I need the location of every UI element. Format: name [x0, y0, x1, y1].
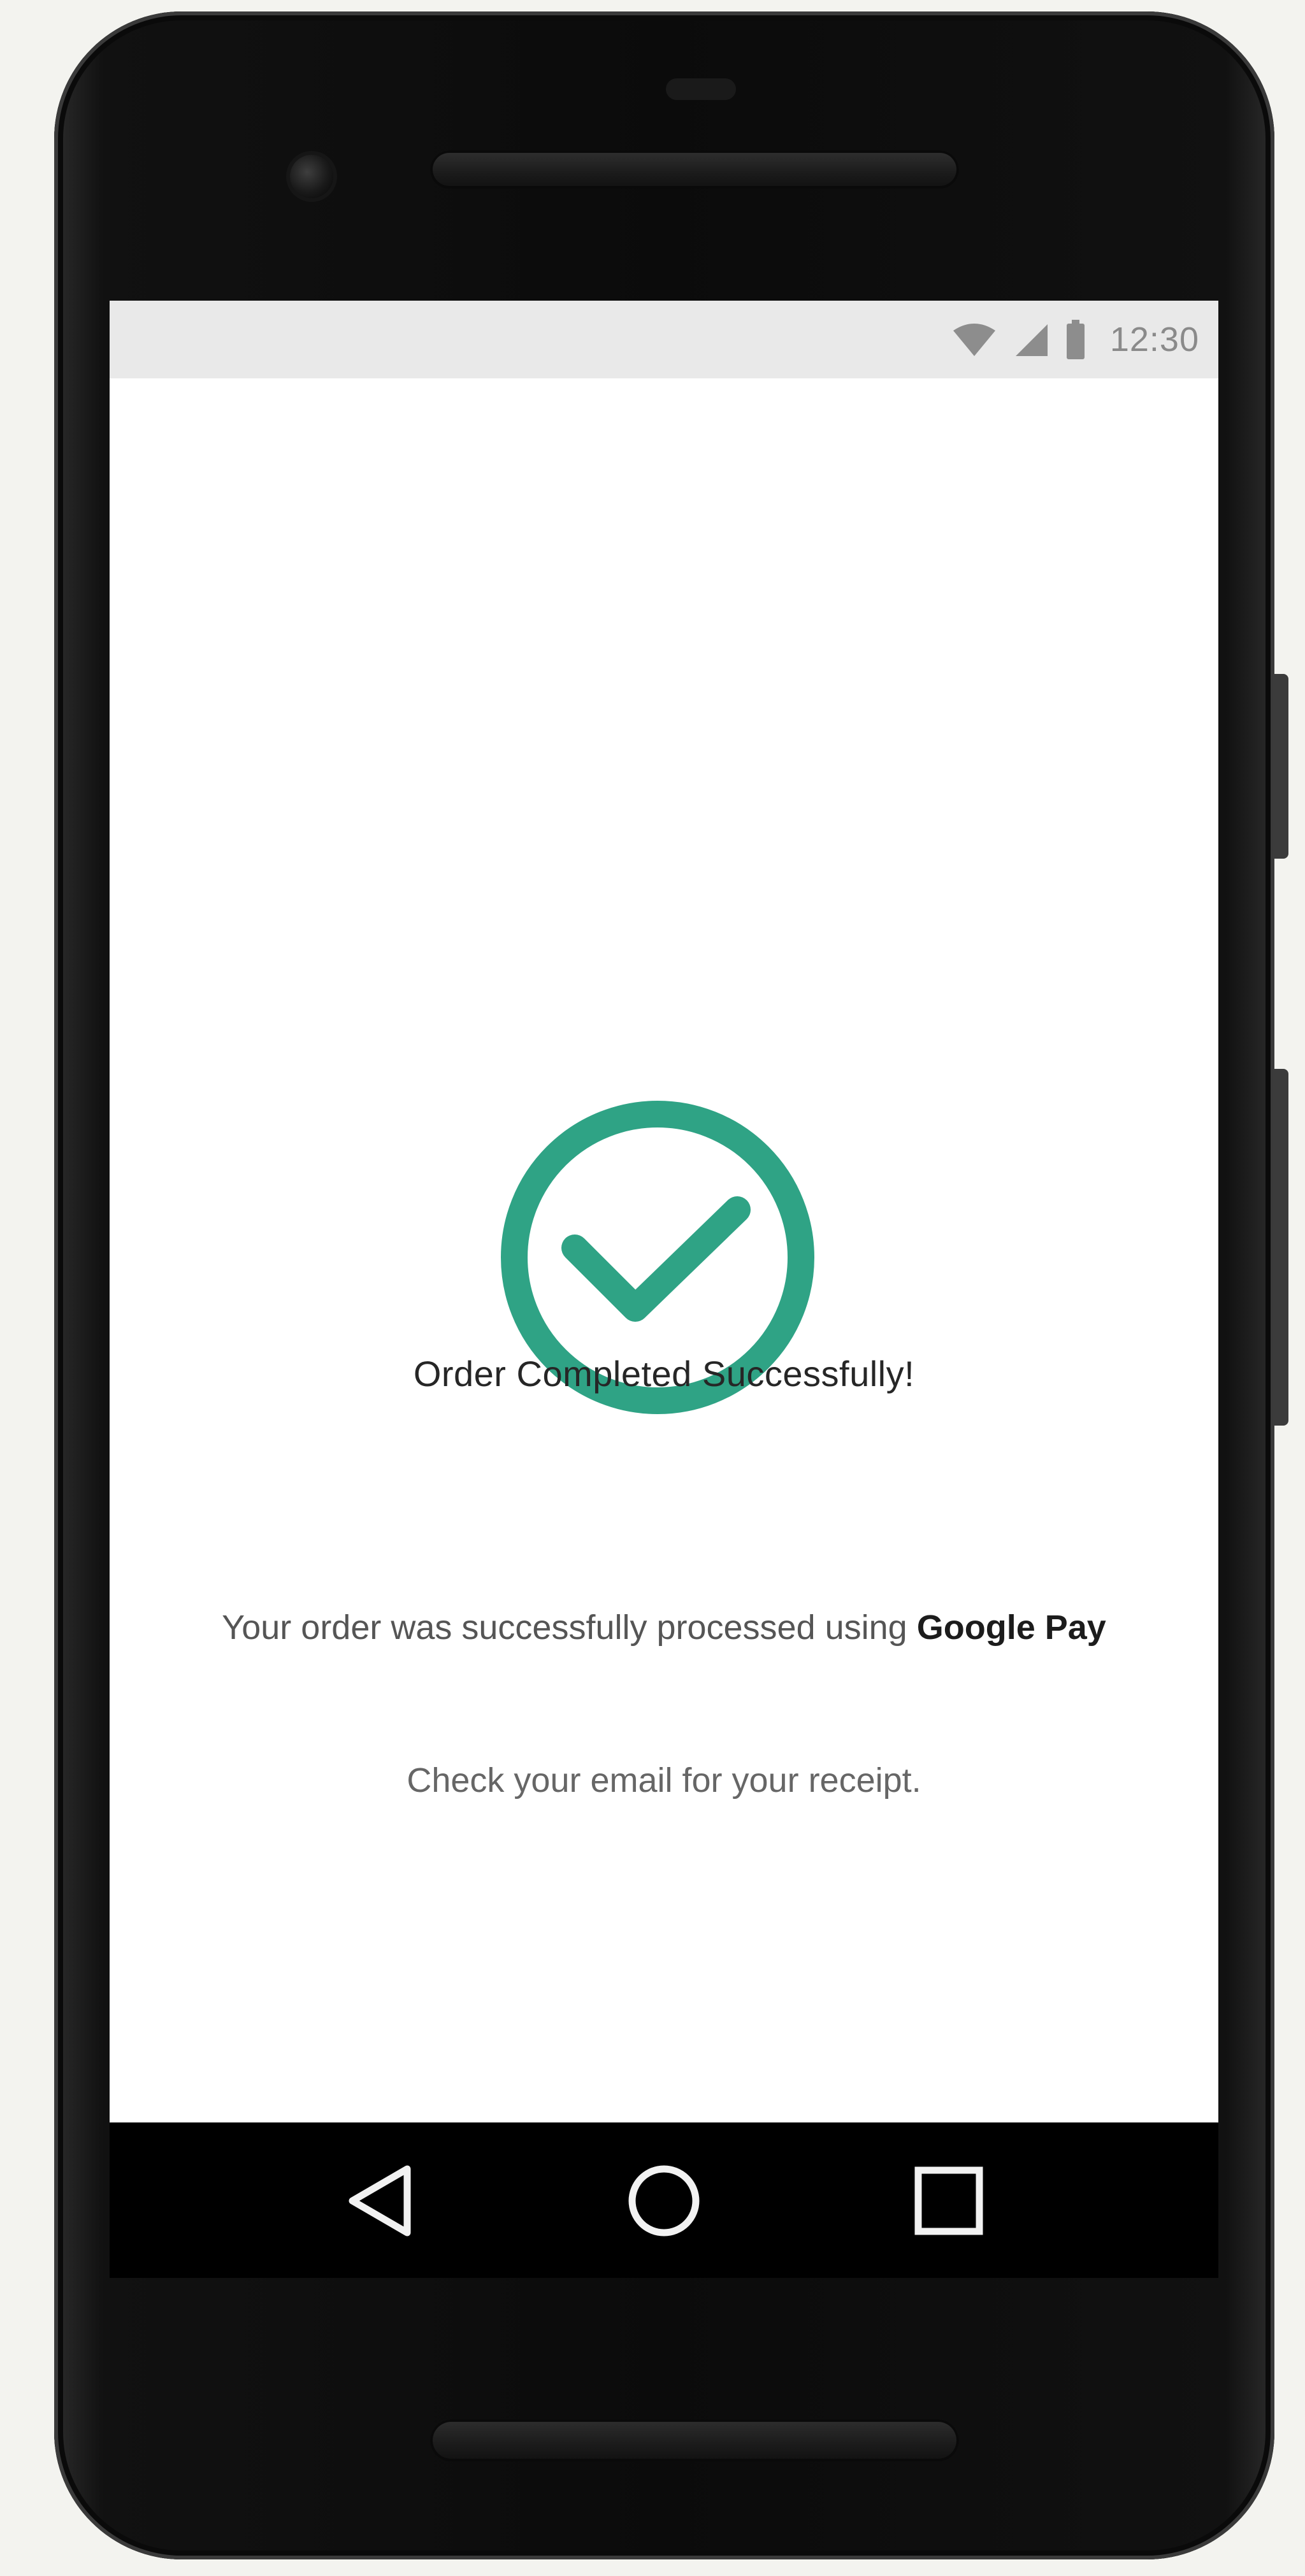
wifi-icon: [953, 324, 995, 356]
status-bar: 12:30: [110, 301, 1218, 378]
volume-rocker: [1273, 1069, 1288, 1426]
earpiece-speaker: [430, 150, 959, 189]
proximity-sensor: [666, 78, 736, 100]
phone-screen: 12:30 Order Completed Successfully! Your…: [110, 301, 1218, 2122]
back-button[interactable]: [340, 2159, 423, 2242]
power-button: [1273, 674, 1288, 859]
front-camera-icon: [290, 155, 333, 198]
bottom-speaker: [430, 2419, 959, 2461]
cellular-signal-icon: [1015, 324, 1048, 356]
back-triangle-icon: [349, 2165, 411, 2236]
battery-icon: [1066, 320, 1085, 359]
order-confirmation-content: Order Completed Successfully! Your order…: [110, 378, 1218, 2122]
recents-square-icon: [914, 2166, 983, 2235]
page-title: Order Completed Successfully!: [413, 1354, 915, 1394]
home-button[interactable]: [623, 2159, 705, 2242]
status-time: 12:30: [1109, 320, 1199, 359]
description-text: Your order was successfully processed us…: [222, 1608, 907, 1647]
home-circle-icon: [628, 2165, 700, 2236]
receipt-note: Check your email for your receipt.: [407, 1761, 921, 1800]
order-description: Your order was successfully processed us…: [110, 1601, 1218, 1654]
page-background: 12:30 Order Completed Successfully! Your…: [0, 0, 1305, 2576]
navigation-bar: [110, 2122, 1218, 2278]
recents-button[interactable]: [907, 2159, 990, 2242]
status-icons: 12:30: [952, 320, 1199, 359]
payment-method: Google Pay: [916, 1608, 1106, 1647]
